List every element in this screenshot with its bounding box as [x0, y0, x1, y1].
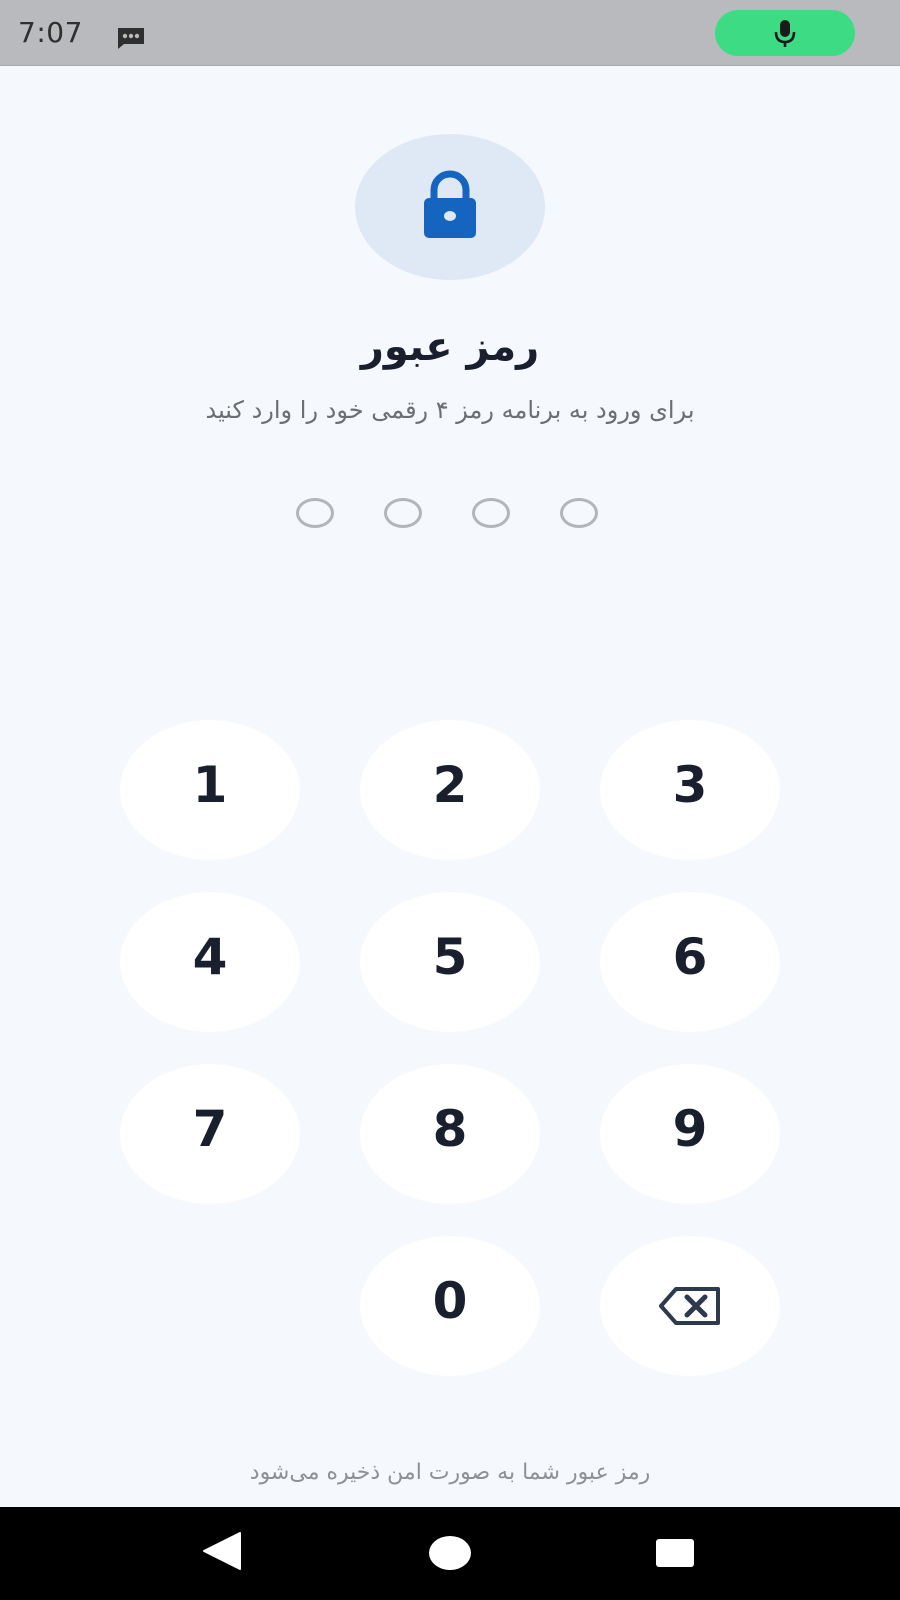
microphone-icon — [774, 20, 796, 47]
lock-badge — [355, 134, 545, 280]
key-label: 4 — [192, 928, 228, 986]
key-label: 9 — [672, 1100, 708, 1158]
key-label: 1 — [192, 756, 228, 814]
microphone-indicator — [715, 10, 855, 56]
status-bar: 7:07 — [0, 0, 900, 66]
key-label: 6 — [672, 928, 708, 986]
key-4[interactable]: 4 — [120, 892, 300, 1032]
message-icon — [116, 26, 146, 50]
pin-dot — [472, 498, 510, 528]
key-9[interactable]: 9 — [600, 1064, 780, 1204]
pin-indicator — [296, 498, 606, 534]
key-label: 3 — [672, 756, 708, 814]
key-5[interactable]: 5 — [360, 892, 540, 1032]
back-button[interactable] — [200, 1531, 244, 1575]
backspace-button[interactable] — [600, 1236, 780, 1376]
key-label: 0 — [432, 1272, 468, 1330]
key-6[interactable]: 6 — [600, 892, 780, 1032]
passcode-screen: رمز عبور برای ورود به برنامه رمز ۴ رقمی … — [0, 66, 900, 1507]
key-8[interactable]: 8 — [360, 1064, 540, 1204]
pin-dot — [560, 498, 598, 528]
footer-note: رمز عبور شما به صورت امن ذخیره می‌شود — [249, 1460, 651, 1485]
key-3[interactable]: 3 — [600, 720, 780, 860]
pin-dot — [384, 498, 422, 528]
back-icon — [203, 1532, 241, 1570]
recents-button[interactable] — [655, 1538, 695, 1572]
key-label: 2 — [432, 756, 468, 814]
key-2[interactable]: 2 — [360, 720, 540, 860]
navigation-bar — [0, 1507, 900, 1600]
key-1[interactable]: 1 — [120, 720, 300, 860]
page-subtitle: برای ورود به برنامه رمز ۴ رقمی خود را وا… — [205, 396, 695, 424]
lock-icon — [424, 170, 476, 238]
home-button[interactable] — [428, 1535, 472, 1575]
key-label: 7 — [192, 1100, 228, 1158]
home-icon — [429, 1536, 471, 1570]
key-label: 8 — [432, 1100, 468, 1158]
backspace-icon — [659, 1287, 720, 1325]
key-0[interactable]: 0 — [360, 1236, 540, 1376]
key-7[interactable]: 7 — [120, 1064, 300, 1204]
pin-dot — [296, 498, 334, 528]
page-title: رمز عبور — [360, 324, 540, 370]
status-time: 7:07 — [18, 16, 83, 49]
recents-icon — [656, 1539, 694, 1567]
key-label: 5 — [432, 928, 468, 986]
